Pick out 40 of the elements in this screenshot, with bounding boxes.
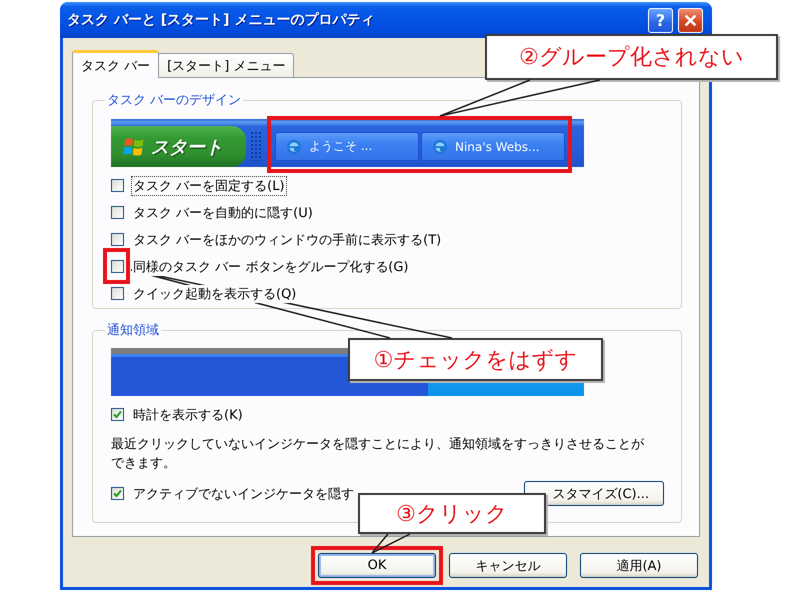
checkbox[interactable]	[111, 260, 124, 273]
checkbox[interactable]	[111, 408, 124, 421]
callout-label: ①チェックをはずす	[348, 338, 603, 381]
checkbox-label[interactable]: クイック起動を表示する(Q)	[132, 284, 298, 302]
callout-label: ②グループ化されない	[485, 34, 778, 80]
browser-icon	[286, 138, 302, 154]
taskbar-button[interactable]: ようこそ ...	[275, 132, 419, 161]
browser-icon	[432, 138, 448, 154]
checkbox-label[interactable]: タスク バーを自動的に隠す(U)	[132, 204, 314, 222]
tab[interactable]: [スタート] メニュー	[158, 53, 294, 77]
dialog-button[interactable]: OK	[318, 553, 436, 578]
taskbar-button[interactable]: Nina's Webs...	[421, 132, 565, 161]
dialog-button[interactable]: 適用(A)	[580, 553, 698, 578]
dialog-button[interactable]: キャンセル	[449, 553, 567, 578]
checkbox-label[interactable]: 時計を表示する(K)	[132, 406, 244, 424]
close-button[interactable]	[678, 8, 703, 32]
checkmark-icon	[113, 489, 122, 498]
description-text: 最近クリックしていないインジケータを隠すことにより、通知領域をすっきりさせることができます。	[111, 436, 645, 473]
checkbox[interactable]	[111, 287, 124, 300]
checkbox-label[interactable]: アクティブでないインジケータを隠す	[132, 484, 355, 502]
flag-icon	[123, 136, 145, 158]
checkbox[interactable]	[111, 179, 124, 192]
close-icon	[684, 14, 697, 26]
checkbox[interactable]	[111, 206, 124, 219]
window-title: タスク バーと [スタート] メニューのプロパティ	[67, 11, 376, 29]
taskbar-grip	[250, 131, 262, 161]
checkmark-icon	[113, 410, 122, 419]
group-title: タスク バーのデザイン	[106, 92, 242, 109]
tab[interactable]: タスク バー	[72, 50, 160, 78]
customize-button[interactable]: スタマイズ(C)...	[524, 481, 664, 506]
group-title: 通知領域	[106, 322, 160, 339]
checkbox-label[interactable]: タスク バーを固定する(L)	[132, 176, 286, 194]
start-button[interactable]: スタート	[111, 126, 246, 167]
checkbox[interactable]	[111, 233, 124, 246]
checkbox-label[interactable]: タスク バーをほかのウィンドウの手前に表示する(T)	[132, 230, 442, 248]
callout-label: ③クリック	[358, 493, 546, 534]
callout-pointer	[370, 532, 412, 555]
help-button[interactable]: ?	[648, 8, 673, 32]
checkbox-label[interactable]: 同様のタスク バー ボタンをグループ化する(G)	[132, 258, 410, 276]
checkbox[interactable]	[111, 487, 124, 500]
